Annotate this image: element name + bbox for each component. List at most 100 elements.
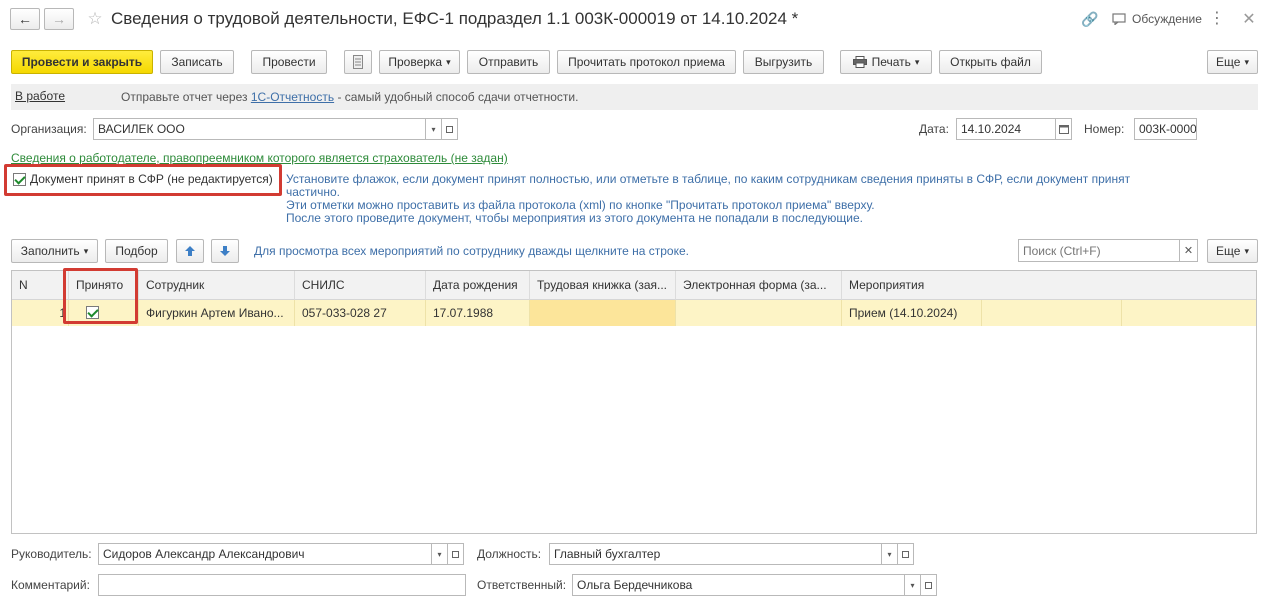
table-row[interactable]: 1 Фигуркин Артем Ивано... 057-033-028 27… xyxy=(12,300,1256,326)
position-dropdown[interactable]: ▾ xyxy=(882,543,898,565)
open-file-button[interactable]: Открыть файл xyxy=(939,50,1042,74)
chevron-down-icon: ▾ xyxy=(914,56,920,67)
head-field[interactable]: Сидоров Александр Александрович xyxy=(98,543,432,565)
discussion-label[interactable]: Обсуждение xyxy=(1132,12,1202,26)
check-label: Проверка xyxy=(388,55,443,69)
cell-events: Прием (14.10.2024) xyxy=(842,300,982,326)
link-icon[interactable]: 🔗 xyxy=(1080,10,1100,28)
position-label: Должность: xyxy=(477,547,542,561)
cell-birth-date: 17.07.1988 xyxy=(426,300,530,326)
organization-open-button[interactable] xyxy=(442,118,458,140)
table-more-label: Еще xyxy=(1216,244,1241,258)
send-button[interactable]: Отправить xyxy=(467,50,550,74)
accepted-hint: Установите флажок, если документ принят … xyxy=(286,173,1166,225)
head-label: Руководитель: xyxy=(11,547,92,561)
cell-empty-2 xyxy=(1122,300,1256,326)
column-header-events[interactable]: Мероприятия xyxy=(842,271,1256,300)
move-up-button[interactable] xyxy=(176,239,204,263)
chevron-down-icon: ▾ xyxy=(83,245,89,256)
organization-label: Организация: xyxy=(11,122,87,136)
save-button[interactable]: Записать xyxy=(160,50,234,74)
printer-icon xyxy=(852,56,867,68)
post-and-close-button[interactable]: Провести и закрыть xyxy=(11,50,153,74)
search-input[interactable] xyxy=(1018,239,1180,262)
comment-label: Комментарий: xyxy=(11,578,90,592)
column-header-employee[interactable]: Сотрудник xyxy=(139,271,295,300)
column-header-snils[interactable]: СНИЛС xyxy=(295,271,426,300)
discussion-icon[interactable] xyxy=(1110,10,1128,28)
star-icon[interactable]: ☆ xyxy=(84,8,106,30)
date-field[interactable]: 14.10.2024 xyxy=(956,118,1056,140)
open-icon xyxy=(446,125,453,133)
more-menu-button[interactable]: Еще ▾ xyxy=(1207,50,1258,74)
responsible-field[interactable]: Ольга Бердечникова xyxy=(572,574,905,596)
responsible-label: Ответственный: xyxy=(477,578,567,592)
head-dropdown[interactable]: ▾ xyxy=(432,543,448,565)
number-field[interactable]: 003К-0000 xyxy=(1134,118,1197,140)
position-field[interactable]: Главный бухгалтер xyxy=(549,543,882,565)
print-menu-button[interactable]: Печать ▾ xyxy=(840,50,932,74)
export-button[interactable]: Выгрузить xyxy=(743,50,824,74)
chevron-down-icon: ▾ xyxy=(1244,56,1249,67)
open-icon xyxy=(452,550,459,558)
forward-button[interactable]: → xyxy=(44,8,74,30)
status-text-after: - самый удобный способ сдачи отчетности. xyxy=(337,90,579,104)
status-text-before: Отправьте отчет через xyxy=(121,90,248,104)
head-open-button[interactable] xyxy=(448,543,464,565)
position-open-button[interactable] xyxy=(898,543,914,565)
back-button[interactable]: ← xyxy=(10,8,40,30)
organization-dropdown[interactable]: ▾ xyxy=(426,118,442,140)
responsible-dropdown[interactable]: ▾ xyxy=(905,574,921,596)
reporting-link[interactable]: 1С-Отчетность xyxy=(251,90,334,104)
column-header-n[interactable]: N xyxy=(12,271,69,300)
arrow-up-icon xyxy=(185,246,195,256)
employer-link[interactable]: Сведения о работодателе, правопреемником… xyxy=(11,151,508,165)
responsible-open-button[interactable] xyxy=(921,574,937,596)
calendar-button[interactable] xyxy=(1056,118,1072,140)
fill-label: Заполнить xyxy=(20,244,80,258)
read-protocol-button[interactable]: Прочитать протокол приема xyxy=(557,50,736,74)
table-more-menu-button[interactable]: Еще ▾ xyxy=(1207,239,1258,263)
hint-line-4: После этого проведите документ, чтобы ме… xyxy=(286,211,863,225)
post-button[interactable]: Провести xyxy=(251,50,327,74)
fill-menu-button[interactable]: Заполнить ▾ xyxy=(11,239,98,263)
status-link[interactable]: В работе xyxy=(15,89,65,103)
select-button[interactable]: Подбор xyxy=(105,239,168,263)
date-label: Дата: xyxy=(919,122,949,136)
column-header-electronic-form[interactable]: Электронная форма (за... xyxy=(676,271,842,300)
employees-table[interactable]: N Принято Сотрудник СНИЛС Дата рождения … xyxy=(11,270,1257,534)
organization-field[interactable]: ВАСИЛЕК ООО xyxy=(93,118,426,140)
print-label: Печать xyxy=(871,55,911,69)
hint-line-1: Установите флажок, если документ принят … xyxy=(286,172,1131,186)
chevron-down-icon: ▾ xyxy=(1244,245,1249,256)
calendar-icon xyxy=(1058,125,1069,134)
number-label: Номер: xyxy=(1084,122,1125,136)
check-menu-button[interactable]: Проверка ▾ xyxy=(379,50,460,74)
column-header-work-book[interactable]: Трудовая книжка (зая... xyxy=(530,271,676,300)
document-list-button[interactable] xyxy=(344,50,372,74)
more-vertical-icon[interactable]: ⋮ xyxy=(1209,10,1225,28)
highlight-box-accepted xyxy=(4,164,282,196)
cell-electronic-form[interactable] xyxy=(676,300,842,326)
search-clear-button[interactable]: ✕ xyxy=(1180,239,1198,262)
cell-employee: Фигуркин Артем Ивано... xyxy=(139,300,295,326)
highlight-box-accepted-column xyxy=(63,268,138,324)
cell-work-book[interactable] xyxy=(530,300,676,326)
arrow-down-icon xyxy=(220,246,230,256)
close-icon[interactable]: ✕ xyxy=(1240,10,1258,28)
move-down-button[interactable] xyxy=(211,239,239,263)
cell-snils: 057-033-028 27 xyxy=(295,300,426,326)
list-icon xyxy=(353,55,363,69)
cell-empty-1 xyxy=(982,300,1122,326)
column-header-birth-date[interactable]: Дата рождения xyxy=(426,271,530,300)
close-icon: ✕ xyxy=(1183,245,1194,257)
open-icon xyxy=(925,581,932,589)
cell-n: 1 xyxy=(12,300,69,326)
table-hint: Для просмотра всех мероприятий по сотруд… xyxy=(254,244,689,258)
comment-field[interactable] xyxy=(98,574,466,596)
status-message: Отправьте отчет через 1С-Отчетность - са… xyxy=(121,90,578,104)
chevron-down-icon: ▾ xyxy=(446,56,451,67)
open-icon xyxy=(902,550,909,558)
window-title: Сведения о трудовой деятельности, ЕФС-1 … xyxy=(111,9,799,28)
more-label: Еще xyxy=(1216,55,1241,69)
